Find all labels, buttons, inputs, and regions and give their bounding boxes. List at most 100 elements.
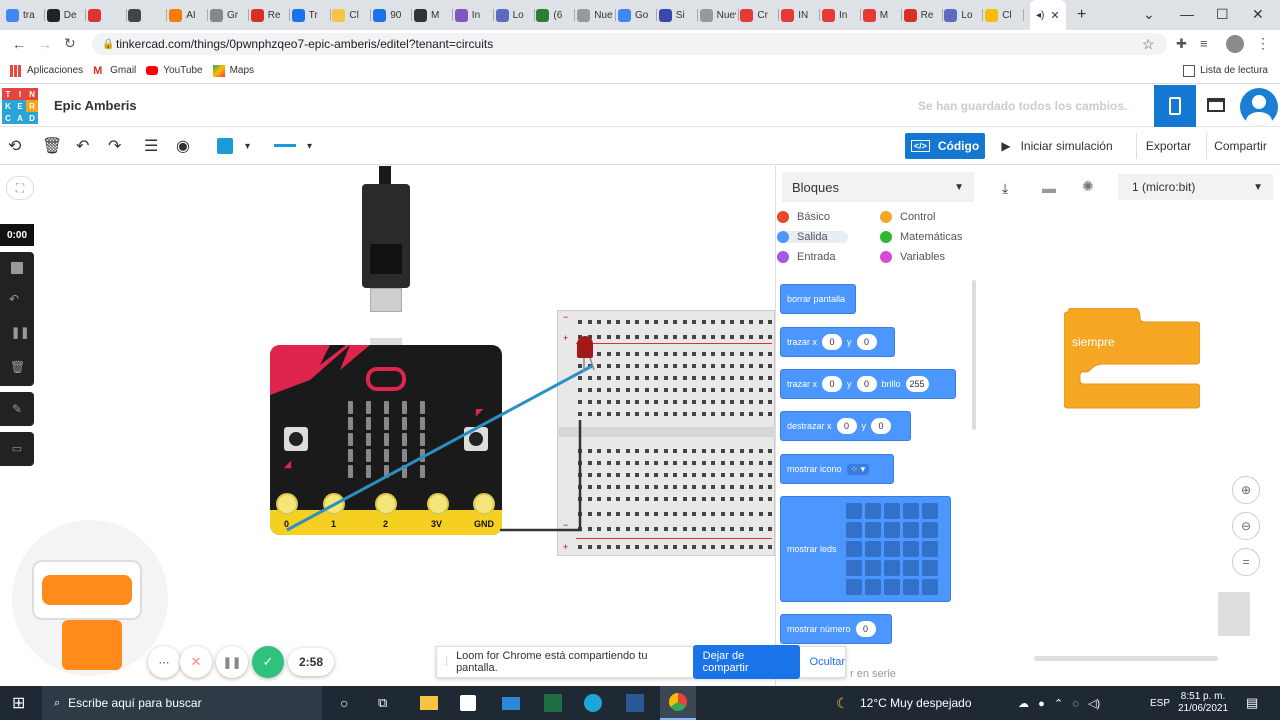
more-options-icon[interactable]: ⋯: [148, 646, 180, 678]
clock-date: 21/06/2021: [1178, 703, 1229, 714]
category-control[interactable]: Control: [880, 211, 935, 223]
stop-sharing-button[interactable]: Dejar de compartir: [692, 645, 800, 679]
hide-button[interactable]: Ocultar: [810, 656, 845, 668]
number-input[interactable]: 0: [855, 621, 876, 637]
zoom-in-icon[interactable]: ⊕: [1232, 476, 1260, 504]
y-input[interactable]: 0: [871, 418, 892, 434]
icon-dropdown[interactable]: ⁘ ▾: [846, 463, 870, 475]
drag-handle-icon[interactable]: ⁞: [445, 656, 448, 668]
wire-black: [500, 420, 582, 532]
category-variables[interactable]: Variables: [880, 251, 945, 263]
screen-share-notice: ⁞ Loom for Chrome está compartiendo tu p…: [436, 645, 846, 679]
webcam-bubble[interactable]: [12, 520, 168, 676]
led-cell[interactable]: [864, 522, 881, 538]
y-input[interactable]: 0: [856, 334, 877, 350]
clock-time: 8:51 p. m.: [1180, 691, 1226, 702]
category-label: Salida: [797, 231, 828, 243]
led-cell[interactable]: [845, 522, 862, 538]
block-plot-brightness[interactable]: trazar x 0 y 0 brillo 255: [780, 369, 956, 399]
zoom-out-icon[interactable]: ⊖: [1232, 512, 1260, 540]
category-básico[interactable]: Básico: [777, 211, 830, 223]
x-input[interactable]: 0: [822, 334, 843, 350]
led-cell[interactable]: [902, 541, 919, 557]
file-explorer-icon[interactable]: [420, 686, 438, 720]
block-show-leds[interactable]: mostrar leds: [780, 496, 951, 602]
device-select-value: 1 (micro:bit): [1132, 180, 1196, 194]
led-cell[interactable]: [845, 541, 862, 557]
led-cell[interactable]: [883, 503, 900, 519]
led-grid[interactable]: [845, 503, 938, 595]
category-salida[interactable]: Salida: [777, 231, 848, 243]
led-cell[interactable]: [921, 560, 938, 576]
x-input[interactable]: 0: [836, 418, 857, 434]
horizontal-scrollbar[interactable]: [1034, 656, 1218, 661]
block-unplot[interactable]: destrazar x 0y0: [780, 411, 911, 441]
brightness-input[interactable]: 255: [905, 376, 929, 392]
search-icon: ⌕: [54, 696, 61, 709]
led-cell[interactable]: [921, 579, 938, 595]
block-clear-screen[interactable]: borrar pantalla: [780, 284, 856, 314]
windows-start-icon[interactable]: ⊞: [12, 686, 25, 720]
led-cell[interactable]: [883, 522, 900, 538]
share-notice-text: Loom for Chrome está compartiendo tu pan…: [456, 650, 648, 674]
debug-bug-icon[interactable]: ✺: [1082, 178, 1094, 195]
chrome-icon[interactable]: [660, 686, 696, 720]
trash-can-icon[interactable]: [1218, 592, 1250, 636]
blocks-scrollbar[interactable]: [972, 280, 976, 430]
category-dot: [880, 231, 892, 243]
y-input[interactable]: 0: [856, 376, 877, 392]
led-cell[interactable]: [883, 560, 900, 576]
category-dot: [880, 211, 892, 223]
download-icon[interactable]: ⤓: [1002, 180, 1008, 197]
cancel-recording-icon[interactable]: ✕: [180, 646, 212, 678]
block-label: y: [847, 379, 852, 389]
led-cell[interactable]: [845, 560, 862, 576]
led-cell[interactable]: [902, 503, 919, 519]
led-cell[interactable]: [864, 560, 881, 576]
recording-time: 2:58: [288, 648, 334, 676]
led-cell[interactable]: [902, 560, 919, 576]
category-entrada[interactable]: Entrada: [777, 251, 836, 263]
weather-text[interactable]: 12°C Muy despejado: [860, 686, 972, 720]
led-cell[interactable]: [902, 522, 919, 538]
category-label: Variables: [900, 251, 946, 263]
device-select[interactable]: 1 (micro:bit) ▼: [1118, 174, 1273, 200]
led-cell[interactable]: [883, 541, 900, 557]
x-input[interactable]: 0: [822, 376, 843, 392]
led-cell[interactable]: [921, 503, 938, 519]
led-cell[interactable]: [864, 503, 881, 519]
led-cell[interactable]: [845, 503, 862, 519]
led-cell[interactable]: [883, 579, 900, 595]
reset-zoom-icon[interactable]: =: [1232, 548, 1260, 576]
finish-recording-icon[interactable]: ✓: [252, 646, 284, 678]
red-led[interactable]: [577, 336, 593, 358]
led-cell[interactable]: [864, 579, 881, 595]
taskbar-search[interactable]: ⌕ Escribe aquí para buscar: [42, 686, 322, 720]
category-matemáticas[interactable]: Matemáticas: [880, 231, 962, 243]
mail-icon[interactable]: [502, 686, 520, 720]
cortana-icon[interactable]: ○: [340, 686, 348, 720]
mode-select[interactable]: Bloques ▼: [782, 172, 974, 202]
pause-recording-icon[interactable]: ❚❚: [216, 646, 248, 678]
notifications-icon[interactable]: ▤: [1246, 686, 1258, 720]
excel-icon[interactable]: [544, 686, 562, 720]
led-cell[interactable]: [864, 541, 881, 557]
led-cell[interactable]: [921, 522, 938, 538]
chevron-down-icon: ▼: [954, 181, 964, 193]
upload-icon[interactable]: ▬: [1042, 180, 1056, 196]
edge-icon[interactable]: [584, 686, 602, 720]
led-cell[interactable]: [845, 579, 862, 595]
clock[interactable]: 8:51 p. m. 21/06/2021: [1178, 686, 1228, 720]
block-show-number[interactable]: mostrar número 0: [780, 614, 892, 644]
block-show-icon[interactable]: mostrar icono ⁘ ▾: [780, 454, 894, 484]
system-tray-icons[interactable]: ☁ ● ⌃ ◌ ◁): [1018, 686, 1106, 720]
led-cell[interactable]: [902, 579, 919, 595]
language-indicator[interactable]: ESP: [1150, 686, 1170, 720]
block-label: trazar x: [787, 337, 818, 347]
task-view-icon[interactable]: ⧉: [378, 686, 387, 720]
led-cell[interactable]: [921, 541, 938, 557]
word-icon[interactable]: [626, 686, 644, 720]
store-icon[interactable]: [460, 686, 476, 720]
block-plot[interactable]: trazar x 0y0: [780, 327, 895, 357]
forever-block[interactable]: [1064, 308, 1200, 410]
